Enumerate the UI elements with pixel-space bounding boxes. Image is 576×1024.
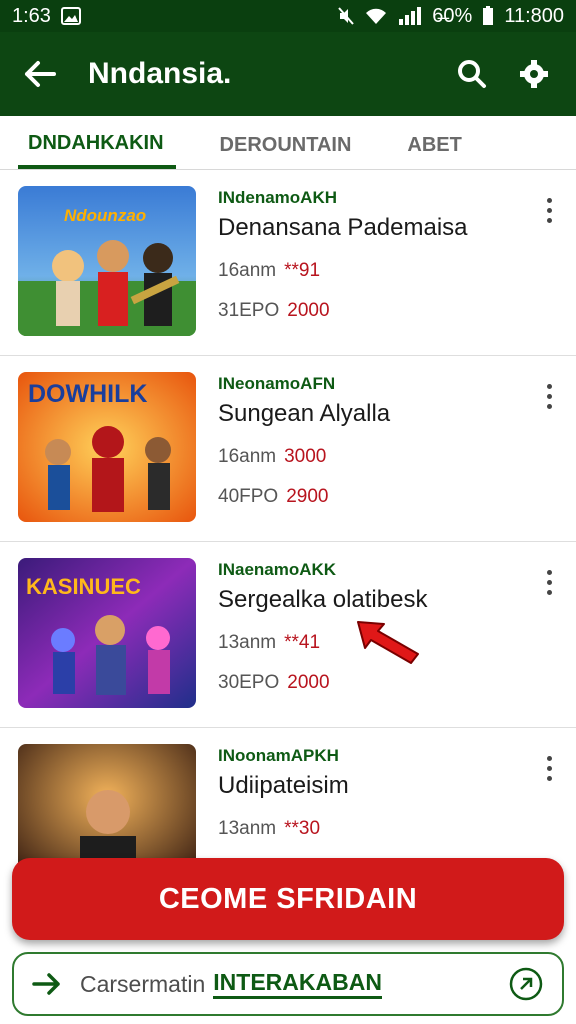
secondary-label: Carsermatin: [80, 970, 206, 997]
app-name: Udiipateisim: [218, 772, 349, 799]
back-arrow-icon: [25, 61, 56, 87]
pointer-arrow-icon: [356, 616, 422, 671]
tab-download[interactable]: DNDAHKAKIN: [18, 132, 176, 169]
stat-label: 16anm: [218, 260, 277, 281]
stat-label: 30EPO: [218, 672, 280, 693]
stat-label: 31EPO: [218, 300, 280, 321]
mute-icon: [338, 7, 355, 25]
app-list: Ndounzao INdenamoAKH Denansana Pademaisa…: [0, 170, 576, 914]
secondary-action-button[interactable]: Carsermatin INTERAKABAN: [12, 952, 564, 1016]
wifi-icon: [364, 7, 388, 25]
thumbnail-title: KASINUEC: [26, 574, 141, 599]
stat-value: 2900: [286, 486, 329, 507]
list-item[interactable]: DOWHILK INeonamoAFN Sungean Alyalla 16an…: [0, 356, 576, 542]
developer-name: INdenamoAKH: [218, 188, 338, 207]
stat-value: **91: [284, 260, 321, 281]
search-button[interactable]: [448, 50, 496, 98]
settings-button[interactable]: [510, 50, 558, 98]
status-time: 1:63: [12, 4, 51, 27]
open-link-icon: [509, 967, 543, 1001]
tab-derountain[interactable]: DEROUNTAIN: [210, 134, 364, 169]
more-options-icon[interactable]: [544, 384, 554, 409]
stat-value: **41: [284, 632, 321, 653]
stat-value: **30: [284, 818, 321, 839]
signal-icon: [398, 7, 422, 25]
app-name: Sergealka olatibesk: [218, 586, 428, 613]
developer-name: INaenamoAKK: [218, 560, 337, 579]
tab-bar: DNDAHKAKIN DEROUNTAIN ABET: [0, 116, 576, 170]
app-thumbnail: Ndounzao: [18, 186, 196, 336]
app-name: Denansana Pademaisa: [218, 214, 468, 241]
gallery-icon: [60, 7, 81, 25]
stat-label: 16anm: [218, 446, 277, 467]
battery-percent: 6̶0%: [432, 4, 473, 27]
developer-name: INeonamoAFN: [218, 374, 336, 393]
app-name: Sungean Alyalla: [218, 400, 391, 427]
list-item[interactable]: KASINUEC INaenamoAKK Sergealka olatibesk…: [0, 542, 576, 728]
app-thumbnail: KASINUEC: [18, 558, 196, 708]
stat-label: 13anm: [218, 818, 277, 839]
status-clock: 11:800: [504, 4, 564, 27]
battery-icon: [482, 6, 494, 26]
search-icon: [458, 60, 486, 88]
stat-value: 2000: [287, 672, 330, 693]
developer-name: INoonamAPKH: [218, 746, 339, 765]
thumbnail-title: DOWHILK: [28, 380, 148, 408]
app-thumbnail: DOWHILK: [18, 372, 196, 522]
primary-action-button[interactable]: CEOME SFRIDAIN: [12, 858, 564, 940]
stat-value: 2000: [287, 300, 330, 321]
more-options-icon[interactable]: [544, 570, 554, 595]
page-title: Nndansia.: [88, 57, 232, 90]
more-options-icon[interactable]: [544, 756, 554, 781]
back-button[interactable]: [18, 52, 62, 96]
secondary-strong-label: INTERAKABAN: [213, 969, 382, 999]
arrow-right-icon: [32, 973, 60, 995]
thumbnail-title: Ndounzao: [64, 206, 147, 225]
status-bar: 1:63 6̶0% 11:800: [0, 0, 576, 32]
list-item[interactable]: Ndounzao INdenamoAKH Denansana Pademaisa…: [0, 170, 576, 356]
stat-value: 3000: [284, 446, 327, 467]
gear-icon: [520, 60, 548, 88]
more-options-icon[interactable]: [544, 198, 554, 223]
stat-label: 13anm: [218, 632, 277, 653]
tab-abet[interactable]: ABET: [397, 134, 473, 169]
stat-label: 40FPO: [218, 486, 279, 507]
app-bar: Nndansia.: [0, 32, 576, 116]
